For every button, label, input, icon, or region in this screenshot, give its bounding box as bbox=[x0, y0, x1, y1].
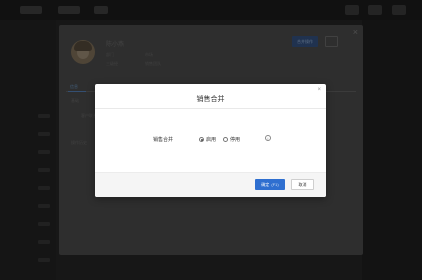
sales-merge-dialog: × 销售合并 销售合并 启用 停用 i 确定 (F1) 取消 bbox=[95, 84, 326, 197]
dialog-title: 销售合并 bbox=[196, 96, 225, 103]
enable-radio[interactable]: 启用 bbox=[199, 136, 216, 143]
info-icon[interactable]: i bbox=[265, 135, 271, 141]
dialog-footer: 确定 (F1) 取消 bbox=[95, 172, 326, 197]
close-icon[interactable]: × bbox=[317, 86, 321, 94]
confirm-button-label: 确定 bbox=[261, 182, 270, 187]
enable-radio-label: 启用 bbox=[206, 137, 217, 143]
disable-radio-label: 停用 bbox=[230, 137, 241, 143]
sales-merge-field-label: 销售合并 bbox=[153, 137, 174, 143]
disable-radio[interactable]: 停用 bbox=[223, 136, 240, 143]
confirm-button[interactable]: 确定 (F1) bbox=[255, 179, 285, 190]
radio-unselected-icon[interactable] bbox=[223, 137, 228, 142]
radio-selected-icon[interactable] bbox=[199, 137, 204, 142]
confirm-shortcut-hint: (F1) bbox=[271, 182, 279, 187]
cancel-button[interactable]: 取消 bbox=[291, 179, 314, 190]
title-divider bbox=[95, 108, 326, 109]
